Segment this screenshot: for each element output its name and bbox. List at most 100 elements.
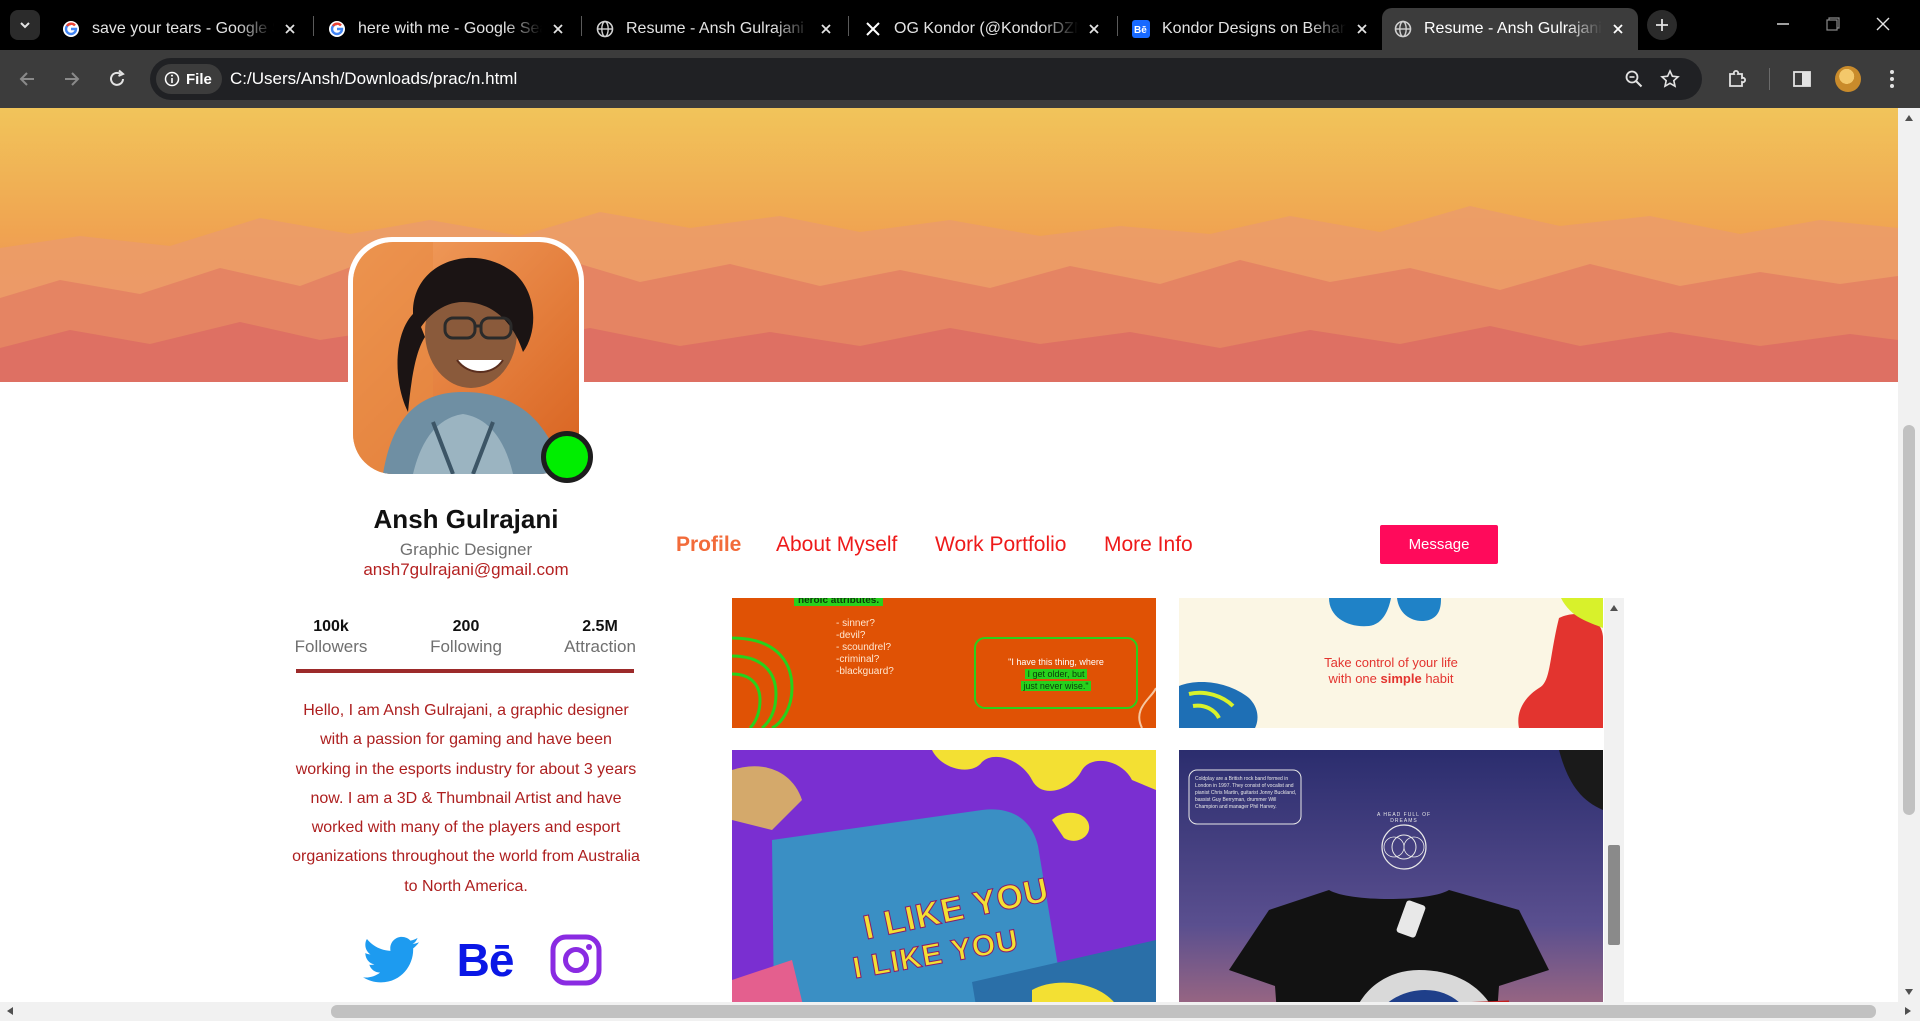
instagram-icon[interactable] — [546, 930, 606, 990]
nav-profile[interactable]: Profile — [676, 533, 741, 557]
card-slogan: Take control of your life with one simpl… — [1269, 655, 1513, 687]
stat-following: 200 Following — [406, 618, 526, 657]
twitter-icon[interactable] — [361, 930, 421, 990]
forward-button[interactable] — [57, 64, 87, 94]
list-item: - sinner? — [836, 618, 875, 629]
close-icon — [1876, 17, 1890, 31]
new-tab-button[interactable] — [1647, 10, 1677, 40]
chevron-down-icon — [20, 22, 30, 29]
portfolio-card-i-like-you[interactable]: I LIKE YOU I LIKE YOU — [732, 750, 1156, 1002]
close-icon[interactable] — [818, 21, 834, 37]
scroll-left-arrow-icon[interactable] — [7, 1007, 13, 1015]
scroll-right-arrow-icon[interactable] — [1905, 1007, 1911, 1015]
tab-title: here with me - Google Search — [358, 20, 542, 37]
behance-logo-text: Bē — [456, 934, 515, 986]
reload-icon — [110, 69, 125, 86]
address-bar[interactable]: File C:/Users/Ansh/Downloads/prac/n.html — [150, 58, 1702, 100]
card-ring-text: A HEAD FULL OF DREAMS — [1376, 812, 1432, 824]
page-vertical-scroll-thumb[interactable] — [1903, 425, 1915, 815]
close-icon[interactable] — [1610, 21, 1626, 37]
tab-google-search-1[interactable]: save your tears - Google Search — [50, 8, 310, 50]
tab-behance[interactable]: Bē Kondor Designs on Behance — [1120, 8, 1382, 50]
profile-email[interactable]: ansh7gulrajani@gmail.com — [280, 560, 652, 580]
card-tag: heroic attributes. — [794, 598, 884, 606]
profile-name: Ansh Gulrajani — [373, 504, 559, 534]
behance-icon: Bē — [1132, 20, 1150, 38]
list-item: -blackguard? — [836, 666, 894, 677]
tab-google-search-2[interactable]: here with me - Google Search — [316, 8, 578, 50]
back-button[interactable] — [12, 64, 42, 94]
page-horizontal-scroll-thumb[interactable] — [331, 1005, 1876, 1018]
page-vertical-scrollbar[interactable] — [1898, 108, 1920, 1002]
stat-value: 100k — [313, 618, 349, 635]
url-text[interactable]: C:/Users/Ansh/Downloads/prac/n.html — [230, 69, 517, 89]
scroll-up-arrow-icon[interactable] — [1905, 115, 1913, 121]
tab-x-kondor[interactable]: OG Kondor (@KondorDZN) / X — [852, 8, 1114, 50]
more-menu-icon[interactable] — [1879, 66, 1905, 92]
portfolio-gallery: heroic attributes. - sinner? -devil? - s… — [732, 598, 1624, 1002]
side-panel-icon[interactable] — [1789, 66, 1815, 92]
online-status-indicator — [541, 431, 593, 483]
arrow-left-icon — [19, 72, 34, 86]
scroll-down-arrow-icon[interactable] — [1905, 989, 1913, 995]
profile-avatar-icon[interactable] — [1835, 66, 1861, 92]
close-icon[interactable] — [550, 21, 566, 37]
minimize-button[interactable] — [1771, 12, 1795, 36]
tab-title: OG Kondor (@KondorDZN) / X — [894, 20, 1078, 37]
gallery-scrollbar[interactable] — [1604, 598, 1624, 1002]
close-icon[interactable] — [1354, 21, 1370, 37]
tab-title: Resume - Ansh Gulrajani — [626, 20, 804, 37]
minimize-icon — [1777, 23, 1789, 25]
list-item: -criminal? — [836, 654, 880, 665]
slogan-line: Take control of your life — [1324, 655, 1458, 670]
tab-resume-1[interactable]: Resume - Ansh Gulrajani — [584, 8, 846, 50]
list-item: -devil? — [836, 630, 866, 641]
stat-label: Following — [430, 637, 502, 656]
svg-text:Bē: Bē — [1134, 25, 1147, 36]
tab-resume-active[interactable]: Resume - Ansh Gulrajani — [1382, 8, 1638, 50]
arrow-right-icon — [65, 72, 80, 86]
google-icon — [328, 20, 346, 38]
site-chip-label: File — [186, 70, 212, 88]
extensions-icon[interactable] — [1724, 66, 1750, 92]
quote-line-highlight: I get older, but — [1025, 669, 1087, 679]
stats-divider — [296, 669, 634, 673]
portfolio-card-sinner[interactable]: heroic attributes. - sinner? -devil? - s… — [732, 598, 1156, 728]
plus-icon — [1656, 19, 1668, 31]
nav-work-portfolio[interactable]: Work Portfolio — [935, 533, 1067, 557]
stat-value: 2.5M — [582, 618, 618, 635]
tab-strip: save your tears - Google Search here wit… — [0, 0, 1920, 50]
nav-about-myself[interactable]: About Myself — [776, 533, 897, 557]
stat-label: Followers — [294, 637, 368, 656]
behance-icon[interactable]: Bē — [455, 930, 515, 990]
close-icon[interactable] — [282, 21, 298, 37]
page-horizontal-scrollbar[interactable] — [0, 1002, 1920, 1021]
card-question-list: - sinner? -devil? - scoundrel? -criminal… — [836, 618, 894, 678]
slogan-line-2: with one simple habit — [1328, 671, 1454, 686]
restore-button[interactable] — [1821, 12, 1845, 36]
tab-search-button[interactable] — [10, 10, 40, 40]
scroll-up-arrow-icon[interactable] — [1610, 605, 1618, 611]
quote-line-highlight: just never wise." — [1021, 681, 1091, 691]
stat-label: Attraction — [564, 637, 636, 656]
close-icon[interactable] — [1086, 21, 1102, 37]
portfolio-card-habit[interactable]: Take control of your life with one simpl… — [1179, 598, 1603, 728]
profile-role: Graphic Designer — [399, 540, 533, 559]
tab-title: Resume - Ansh Gulrajani — [1424, 20, 1602, 37]
stat-attraction: 2.5M Attraction — [540, 618, 660, 657]
info-icon — [164, 71, 180, 87]
zoom-icon[interactable] — [1622, 67, 1646, 91]
cover-banner — [0, 108, 1898, 382]
stat-followers: 100k Followers — [271, 618, 391, 657]
site-info-chip[interactable]: File — [156, 64, 222, 94]
gallery-scroll-thumb[interactable] — [1608, 845, 1620, 945]
message-button[interactable]: Message — [1380, 525, 1498, 564]
reload-button[interactable] — [102, 64, 132, 94]
close-window-button[interactable] — [1871, 12, 1895, 36]
tab-title: Kondor Designs on Behance — [1162, 20, 1346, 37]
x-icon — [864, 20, 882, 38]
stat-value: 200 — [452, 618, 480, 635]
portfolio-card-coldplay-shirt[interactable]: Coldplay are a British rock band formed … — [1179, 750, 1603, 1002]
bookmark-star-icon[interactable] — [1658, 67, 1682, 91]
nav-more-info[interactable]: More Info — [1104, 533, 1193, 557]
